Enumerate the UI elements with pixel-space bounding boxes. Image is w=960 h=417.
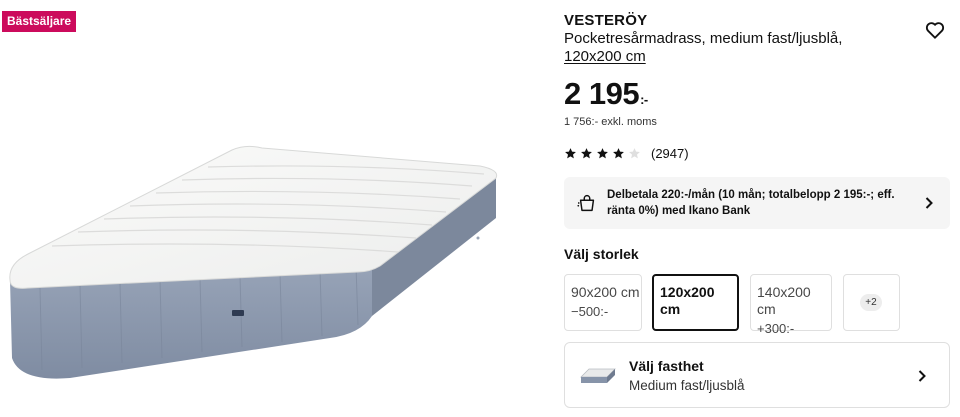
- size-option-more[interactable]: +2: [843, 274, 900, 331]
- heart-icon[interactable]: [924, 19, 946, 41]
- rating[interactable]: (2947): [564, 144, 689, 162]
- product-info: VESTERÖY Pocketresårmadrass, medium fast…: [564, 0, 950, 417]
- chevron-right-icon: [918, 370, 926, 382]
- price-amount: 2 195: [564, 76, 640, 111]
- size-option-140x200[interactable]: 140x200 cm +300:-: [750, 274, 832, 336]
- mattress-icon: [580, 368, 616, 383]
- size-option-price-delta: −500:-: [571, 304, 609, 319]
- product-price: 2 195:-: [564, 76, 648, 112]
- size-heading: Välj storlek: [564, 246, 639, 262]
- size-options: 90x200 cm −500:- 120x200 cm 140x200 cm +…: [564, 274, 950, 336]
- product-image: [9, 145, 498, 379]
- firmness-selector[interactable]: Välj fasthet Medium fast/ljusblå: [564, 342, 950, 408]
- product-brand: VESTERÖY: [564, 12, 648, 29]
- shopping-bag-icon: [577, 195, 595, 212]
- star-empty-icon: [629, 147, 640, 158]
- star-filled-icon: [613, 147, 624, 158]
- size-option-90x200[interactable]: 90x200 cm −500:-: [564, 274, 642, 331]
- price-excl-vat: 1 756:- exkl. moms: [564, 116, 657, 128]
- finance-text: Delbetala 220:-/mån (10 mån; totalbelopp…: [607, 189, 895, 217]
- rating-count: (2947): [651, 145, 689, 161]
- star-filled-icon: [597, 147, 608, 158]
- more-sizes-count: +2: [860, 294, 882, 311]
- size-option-label: 90x200 cm: [571, 284, 640, 300]
- firmness-title: Välj fasthet: [629, 358, 704, 374]
- product-description: Pocketresårmadrass, medium fast/ljusblå,: [564, 30, 843, 47]
- product-size-link[interactable]: 120x200 cm: [564, 48, 646, 65]
- price-suffix: :-: [640, 92, 648, 107]
- bestseller-badge: Bästsäljare: [2, 11, 77, 32]
- star-filled-icon: [565, 147, 576, 158]
- size-option-label: 120x200 cm: [660, 284, 715, 317]
- finance-banner[interactable]: Delbetala 220:-/mån (10 mån; totalbelopp…: [564, 177, 950, 229]
- firmness-value: Medium fast/ljusblå: [629, 378, 745, 393]
- chevron-right-icon: [925, 197, 933, 209]
- rating-stars: [564, 147, 641, 160]
- star-filled-icon: [581, 147, 592, 158]
- size-option-120x200[interactable]: 120x200 cm: [652, 274, 739, 331]
- size-option-label: 140x200 cm: [757, 284, 811, 317]
- size-option-price-delta: +300:-: [757, 321, 795, 336]
